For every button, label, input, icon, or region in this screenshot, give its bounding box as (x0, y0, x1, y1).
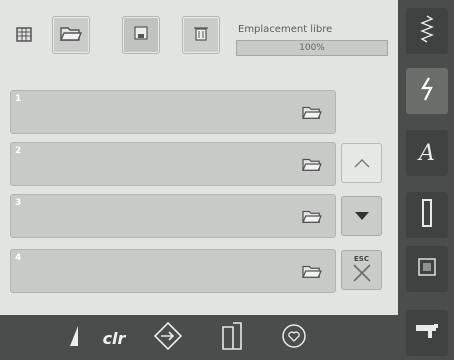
slot-number: 2 (15, 146, 22, 156)
esc-label: ESC (354, 255, 369, 263)
pattern-start-button[interactable] (146, 320, 190, 356)
memory-slot-4[interactable]: 4 (10, 249, 336, 293)
esc-button[interactable]: ESC (341, 250, 382, 290)
chevron-up-icon (353, 154, 371, 173)
delete-icon (191, 23, 211, 47)
alphabet-button[interactable]: A (406, 130, 448, 176)
close-icon (351, 262, 373, 288)
needle-stop-button[interactable] (52, 320, 96, 356)
clr-icon: clr (102, 328, 126, 348)
free-space-percent: 100% (299, 43, 325, 53)
needle-stop-icon (64, 324, 84, 352)
quilt-stitch-icon (417, 257, 437, 281)
open-folder-icon (301, 207, 323, 229)
save-icon (131, 23, 151, 47)
free-space-label: Emplacement libre (238, 24, 333, 35)
open-folder-icon (59, 23, 83, 47)
favorites-heart-icon (281, 323, 307, 353)
clr-button[interactable]: clr (92, 320, 136, 356)
scroll-up-button[interactable] (341, 143, 382, 183)
alphabet-icon: A (419, 140, 435, 166)
open-folder-icon (301, 262, 323, 284)
open-folder-icon (301, 103, 323, 125)
slot-number: 4 (15, 253, 22, 263)
scroll-down-button[interactable] (341, 196, 382, 236)
memory-icon (6, 16, 42, 52)
open-folder-button[interactable] (52, 16, 90, 54)
utility-stitch-icon (419, 14, 435, 48)
setup-icon (414, 322, 440, 344)
mirror-button[interactable] (210, 320, 254, 356)
decorative-stitch-button[interactable] (406, 68, 448, 114)
setup-button[interactable] (406, 310, 448, 356)
triangle-down-icon (353, 207, 371, 226)
utility-stitch-button[interactable] (406, 8, 448, 54)
delete-button[interactable] (182, 16, 220, 54)
slot-number: 3 (15, 198, 22, 208)
memory-slot-1[interactable]: 1 (10, 90, 336, 134)
save-button[interactable] (122, 16, 160, 54)
buttonhole-button[interactable] (406, 192, 448, 238)
decorative-stitch-icon (419, 76, 435, 106)
pattern-start-icon (153, 321, 183, 355)
memory-slot-3[interactable]: 3 (10, 194, 336, 238)
slot-number: 1 (15, 94, 22, 104)
free-space-bar: 100% (236, 40, 388, 56)
buttonhole-icon (421, 198, 433, 232)
quilt-stitch-button[interactable] (406, 246, 448, 292)
memory-slot-2[interactable]: 2 (10, 142, 336, 186)
right-menu (398, 0, 454, 360)
memory-screen: Emplacement libre 100% 1 2 3 4 ESC (0, 0, 398, 315)
favorites-button[interactable] (272, 320, 316, 356)
mirror-icon (219, 321, 245, 355)
open-folder-icon (301, 155, 323, 177)
